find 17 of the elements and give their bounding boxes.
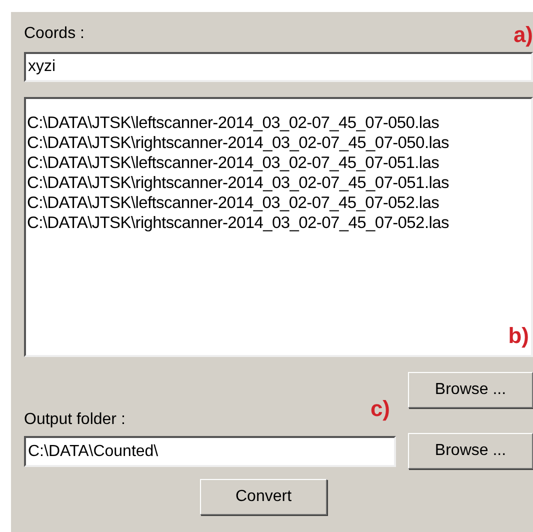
file-list-item[interactable]: C:\DATA\JTSK\leftscanner-2014_03_02-07_45_07-052.las [27, 193, 530, 213]
file-list-item[interactable]: C:\DATA\JTSK\leftscanner-2014_03_02-07_45_07-051.las [27, 153, 530, 173]
annotation-label: c) [370, 398, 390, 420]
file-list-item[interactable]: C:\DATA\JTSK\rightscanner-2014_03_02-07_45_07-052.las [27, 213, 530, 233]
browse-button[interactable]: Browse ... [408, 372, 533, 408]
convert-button[interactable]: Convert [200, 479, 327, 515]
file-list[interactable] [24, 97, 533, 357]
file-list-item[interactable]: C:\DATA\JTSK\rightscanner-2014_03_02-07_45_07-051.las [27, 173, 530, 193]
file-list-item[interactable]: C:\DATA\JTSK\rightscanner-2014_03_02-07_45_07-050.las [27, 133, 530, 153]
annotation-label: a) [513, 24, 533, 46]
file-list-item[interactable]: C:\DATA\JTSK\leftscanner-2014_03_02-07_45_07-050.las [27, 113, 530, 133]
output-folder-field[interactable]: C:\DATA\Counted\ [24, 436, 396, 467]
coords-label: Coords : [24, 24, 84, 44]
output-folder-label: Output folder : [24, 410, 126, 430]
annotation-label: b) [508, 325, 529, 347]
coords-field[interactable]: xyzi [24, 52, 533, 82]
browse-button[interactable]: Browse ... [408, 433, 533, 469]
